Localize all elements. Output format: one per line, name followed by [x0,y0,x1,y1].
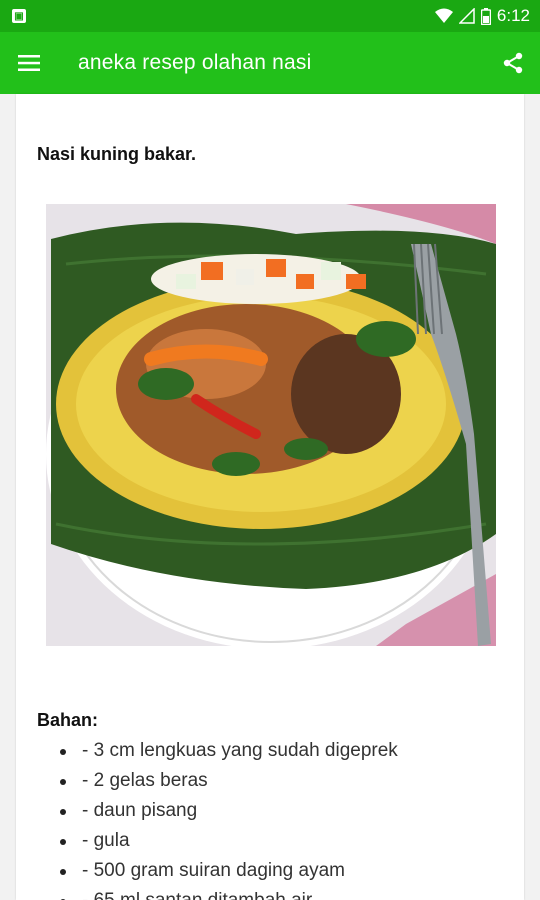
app-bar: aneka resep olahan nasi [0,32,540,94]
image-notification-icon: ▣ [12,9,26,23]
recipe-title: Nasi kuning bakar. [37,144,197,164]
menu-button[interactable] [0,32,58,94]
list-item: - 2 gelas beras [60,766,398,796]
ingredients-list: - 3 cm lengkuas yang sudah digeprek - 2 … [60,736,398,900]
list-item: - 3 cm lengkuas yang sudah digeprek [60,736,398,766]
list-item: - 500 gram suiran daging ayam [60,856,398,886]
list-item: - 65 ml santan ditambah air [60,886,398,900]
status-bar: ▣ 6:12 [0,0,540,32]
app-title: aneka resep olahan nasi [78,51,312,74]
list-item: - gula [60,826,398,856]
wifi-icon [434,8,453,23]
recipe-card: Nasi kuning bakar. Bahan: - 3 cm lengkua… [16,94,524,900]
recipe-photo [46,204,496,646]
clock: 6:12 [496,6,530,25]
signal-icon [458,8,475,24]
list-item: - daun pisang [60,796,398,826]
ingredients-heading: Bahan: [37,710,99,730]
hamburger-menu-icon [18,55,40,71]
battery-icon [480,7,491,25]
share-button[interactable] [486,32,540,94]
share-icon [503,52,523,74]
